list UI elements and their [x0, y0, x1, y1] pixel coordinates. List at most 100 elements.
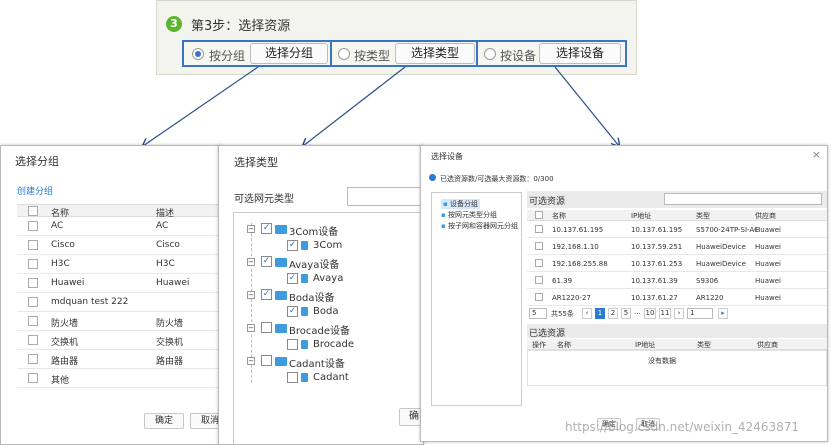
tree-child-label[interactable]: Avaya	[313, 273, 343, 284]
type-checkbox[interactable]: ✓	[261, 256, 272, 267]
row-name: mdquan test 222	[51, 297, 129, 307]
tree-folder-label[interactable]: Cadant设备	[289, 355, 345, 370]
folder-icon	[275, 324, 287, 333]
type-checkbox[interactable]	[261, 355, 272, 366]
expand-icon[interactable]: −	[247, 258, 255, 266]
tree-child-label[interactable]: Boda	[313, 306, 338, 317]
table-row[interactable]: Cisco Cisco	[17, 236, 221, 255]
pager: 5 共55条 ‹ 1 2 5 ... 10 11 › 1 ▸	[527, 306, 827, 320]
table-row[interactable]: 61.39 10.137.61.39 S9306 Huawei	[527, 272, 827, 289]
tree-child-label[interactable]: Cadant	[313, 372, 349, 383]
table-row[interactable]: 防火墙 防火墙	[17, 312, 221, 331]
close-icon[interactable]: ×	[812, 148, 821, 161]
type-checkbox[interactable]	[287, 339, 298, 350]
expand-icon[interactable]: −	[247, 324, 255, 332]
type-checkbox[interactable]: ✓	[287, 240, 298, 251]
table-row[interactable]: mdquan test 222	[17, 293, 221, 312]
row-checkbox[interactable]	[535, 242, 543, 250]
row-checkbox[interactable]	[28, 240, 38, 250]
total-count: 共55条	[551, 310, 574, 318]
row-checkbox[interactable]	[28, 354, 38, 364]
row-checkbox[interactable]	[28, 335, 38, 345]
row-name: Huawei	[51, 278, 85, 288]
row-name: H3C	[51, 259, 70, 269]
row-desc: H3C	[156, 259, 175, 269]
tree-item-by-type[interactable]: ▪ 按网元类型分组	[441, 210, 497, 220]
type-checkbox[interactable]: ✓	[261, 289, 272, 300]
row-name: 其他	[51, 376, 70, 386]
create-group-link[interactable]: 创建分组	[17, 184, 53, 197]
table-row[interactable]: 10.137.61.195 10.137.61.195 S5700-24TP-SI-…	[527, 221, 827, 238]
page-1-button[interactable]: 1	[595, 308, 605, 319]
column-type: 类型	[697, 341, 711, 349]
go-icon[interactable]: ▸	[718, 308, 728, 319]
row-checkbox[interactable]	[28, 373, 38, 383]
type-checkbox[interactable]: ✓	[261, 223, 272, 234]
page-5-button[interactable]: 5	[621, 308, 631, 319]
tree-folder-label[interactable]: 3Com设备	[289, 223, 338, 238]
tree-folder-label[interactable]: Brocade设备	[289, 322, 350, 337]
resource-summary: 已选资源数/可选最大资源数：0/300	[440, 175, 554, 183]
row-checkbox[interactable]	[28, 259, 38, 269]
row-checkbox[interactable]	[535, 225, 543, 233]
type-checkbox[interactable]: ✓	[287, 306, 298, 317]
row-checkbox[interactable]	[535, 293, 543, 301]
row-checkbox[interactable]	[535, 259, 543, 267]
row-name: AC	[51, 221, 64, 231]
dialog-title: 选择分组	[15, 155, 59, 168]
tree-folder-label[interactable]: Avaya设备	[289, 256, 339, 271]
row-checkbox[interactable]	[28, 278, 38, 288]
table-row[interactable]: 交换机 交换机	[17, 331, 221, 350]
column-name: 名称	[557, 341, 571, 349]
column-ip: IP地址	[635, 341, 656, 349]
tree-item-device-group[interactable]: ▪ 设备分组	[441, 199, 480, 209]
row-checkbox[interactable]	[28, 221, 38, 231]
table-row[interactable]: H3C H3C	[17, 255, 221, 274]
device-table-header: 名称 IP地址 类型 供应商	[527, 210, 827, 221]
type-checkbox[interactable]: ✓	[287, 273, 298, 284]
table-row[interactable]: AC AC	[17, 217, 221, 236]
type-checkbox[interactable]	[261, 322, 272, 333]
tree-child-label[interactable]: 3Com	[313, 240, 342, 251]
page-10-button[interactable]: 10	[644, 308, 656, 319]
tree-folder-label[interactable]: Boda设备	[289, 289, 334, 304]
device-icon	[301, 274, 308, 283]
select-device-dialog: 选择设备 × 已选资源数/可选最大资源数：0/300 ▪ 设备分组 ▪ 按网元类…	[420, 145, 828, 442]
select-all-checkbox[interactable]	[28, 206, 38, 216]
goto-page-input[interactable]: 1	[687, 308, 713, 319]
select-all-checkbox[interactable]	[535, 211, 543, 219]
dialog-title: 选择类型	[234, 156, 278, 169]
row-checkbox[interactable]	[535, 276, 543, 284]
prev-page-icon[interactable]: ‹	[582, 308, 592, 319]
tree-child-label[interactable]: Brocade	[313, 339, 354, 350]
page-size-select[interactable]: 5	[529, 308, 547, 319]
page-2-button[interactable]: 2	[608, 308, 618, 319]
table-row[interactable]: 其他	[17, 369, 221, 388]
table-row[interactable]: 192.168.1.10 10.137.59.251 HuaweiDevice Hua…	[527, 238, 827, 255]
folder-icon	[275, 225, 287, 234]
expand-icon[interactable]: −	[247, 225, 255, 233]
column-type: 类型	[696, 212, 710, 220]
type-checkbox[interactable]	[287, 372, 298, 383]
select-group-dialog: 选择分组 创建分组 名称 描述 AC AC Cisco Cisco H3C H3C H…	[0, 145, 222, 445]
page-11-button[interactable]: 11	[659, 308, 671, 319]
table-row[interactable]: 192.168.255.88 10.137.61.253 HuaweiDevice H…	[527, 255, 827, 272]
column-action: 操作	[532, 341, 546, 349]
device-search-input[interactable]	[664, 193, 822, 205]
row-name: 防火墙	[51, 319, 79, 329]
dialog-title: 选择设备	[431, 152, 463, 161]
tree-item-by-subnet[interactable]: ▪ 按子网和容器网元分组	[441, 221, 518, 231]
expand-icon[interactable]: −	[247, 291, 255, 299]
selected-table-body: 没有数据	[527, 350, 827, 386]
row-name: Cisco	[51, 240, 75, 250]
row-checkbox[interactable]	[28, 297, 38, 307]
column-vendor: 供应商	[755, 212, 776, 220]
expand-icon[interactable]: −	[247, 357, 255, 365]
table-row[interactable]: Huawei Huawei	[17, 274, 221, 293]
next-page-icon[interactable]: ›	[674, 308, 684, 319]
row-checkbox[interactable]	[28, 316, 38, 326]
type-search-input[interactable]	[347, 187, 423, 206]
table-row[interactable]: 路由器 路由器	[17, 350, 221, 369]
table-row[interactable]: AR1220-27 10.137.61.27 AR1220 Huawei	[527, 289, 827, 306]
ok-button[interactable]: 确定	[144, 413, 184, 429]
